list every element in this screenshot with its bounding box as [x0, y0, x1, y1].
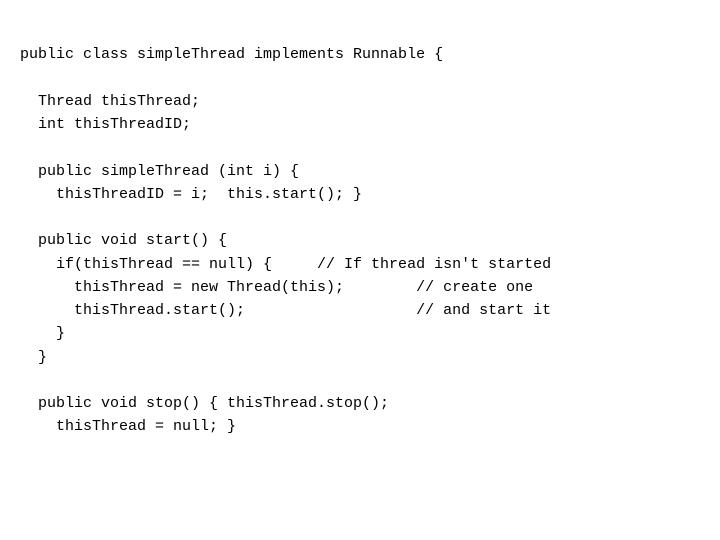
code-line-1: public class simpleThread implements Run…	[20, 46, 443, 63]
code-line-17: thisThread = null; }	[20, 418, 236, 435]
code-line-7: thisThreadID = i; this.start(); }	[20, 186, 362, 203]
code-line-16: public void stop() { thisThread.stop();	[20, 395, 389, 412]
code-line-6: public simpleThread (int i) {	[20, 163, 299, 180]
code-line-11: thisThread = new Thread(this); // create…	[20, 279, 533, 296]
code-line-3: Thread thisThread;	[20, 93, 200, 110]
code-line-12: thisThread.start(); // and start it	[20, 302, 551, 319]
code-block: public class simpleThread implements Run…	[0, 0, 720, 540]
code-line-14: }	[20, 349, 47, 366]
code-line-9: public void start() {	[20, 232, 227, 249]
code-line-10: if(thisThread == null) { // If thread is…	[20, 256, 551, 273]
code-line-13: }	[20, 325, 65, 342]
code-line-4: int thisThreadID;	[20, 116, 191, 133]
